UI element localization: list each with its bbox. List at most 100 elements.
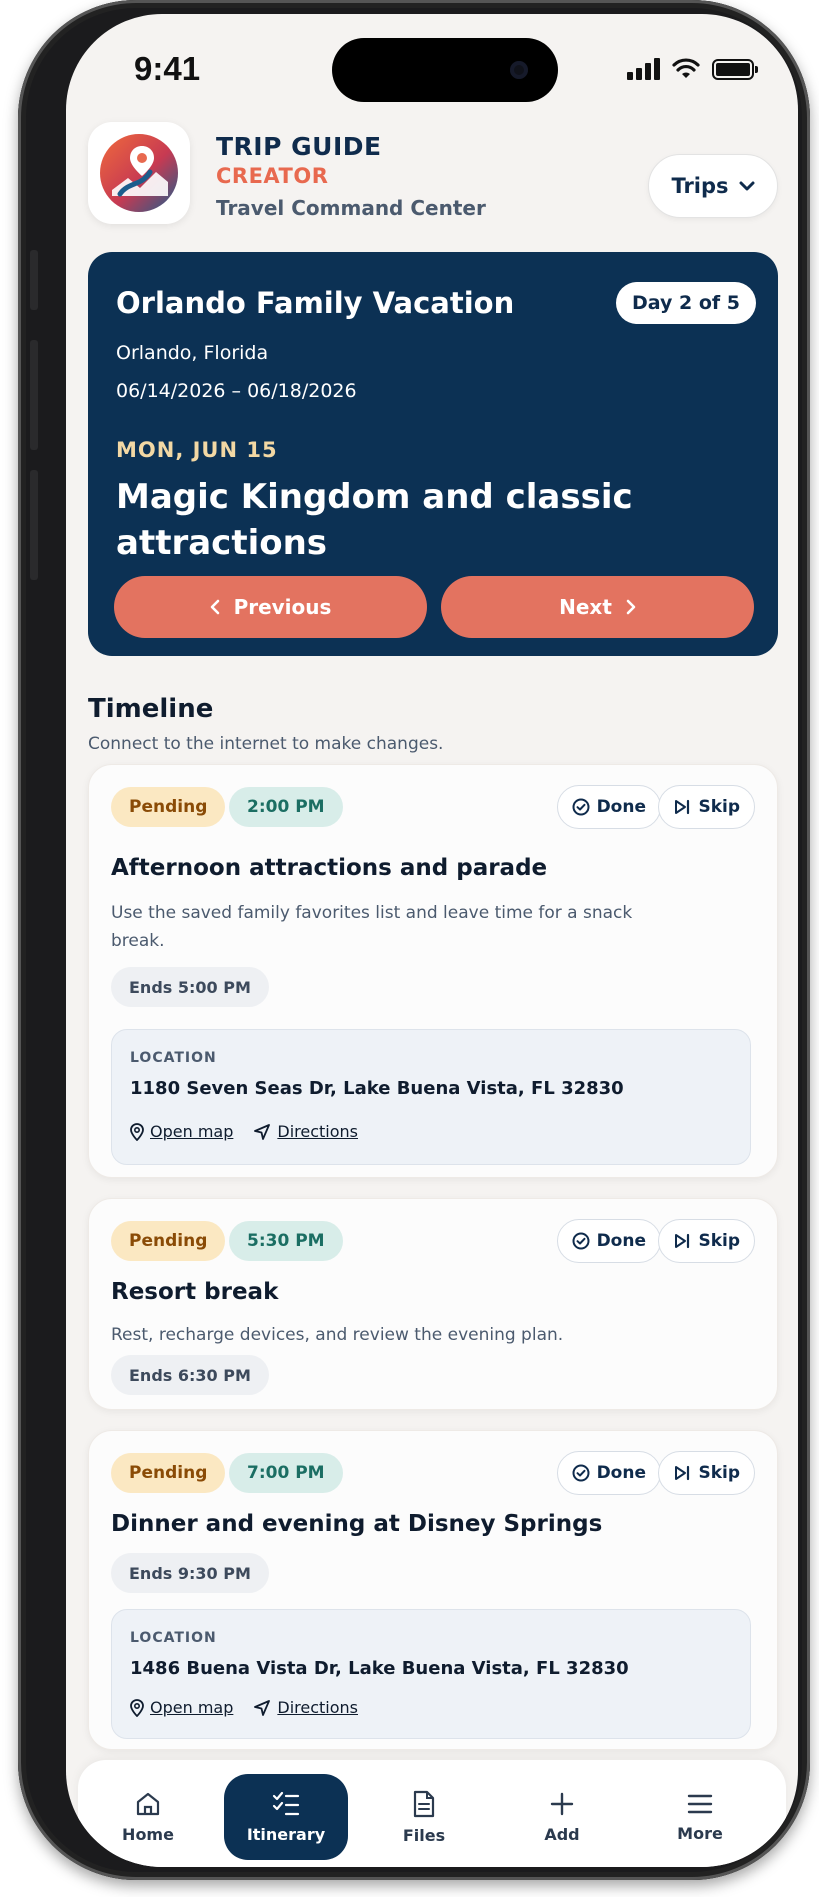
event-end-time: Ends 6:30 PM — [111, 1355, 269, 1395]
check-circle-icon — [572, 1232, 590, 1250]
location-box: LOCATION 1486 Buena Vista Dr, Lake Buena… — [111, 1609, 751, 1739]
map-pin-icon — [130, 1698, 144, 1717]
directions-link[interactable]: Directions — [253, 1698, 358, 1717]
timeline-title: Timeline — [88, 694, 214, 724]
brand-subtitle: CREATOR — [216, 164, 329, 188]
previous-day-button[interactable]: Previous — [114, 576, 427, 638]
app-header: TRIP GUIDE CREATOR Travel Command Center… — [88, 122, 778, 232]
tab-add-label: Add — [544, 1824, 580, 1844]
day-badge: Day 2 of 5 — [616, 282, 756, 324]
brand-tagline: Travel Command Center — [216, 196, 486, 220]
trips-label: Trips — [671, 174, 729, 198]
home-icon — [136, 1792, 160, 1815]
checklist-icon — [272, 1791, 300, 1815]
map-pin-icon — [130, 1122, 144, 1141]
menu-icon — [687, 1794, 713, 1813]
trip-day-card: Orlando Family Vacation Day 2 of 5 Orlan… — [88, 252, 778, 656]
done-label: Done — [596, 1231, 646, 1251]
directions-link[interactable]: Directions — [253, 1122, 358, 1141]
trips-dropdown-button[interactable]: Trips — [648, 154, 778, 218]
volume-up-button — [30, 340, 38, 450]
chevron-left-icon — [210, 599, 219, 615]
timeline-event-card: Pending 5:30 PM Done Skip Resort break R… — [88, 1198, 778, 1410]
plus-icon — [550, 1792, 574, 1815]
event-end-time: Ends 5:00 PM — [111, 967, 269, 1007]
time-badge: 7:00 PM — [229, 1453, 343, 1493]
volume-down-button — [30, 470, 38, 580]
skip-forward-icon — [675, 1233, 690, 1249]
done-label: Done — [596, 1463, 646, 1483]
event-title: Resort break — [111, 1279, 279, 1305]
current-day-label: MON, JUN 15 — [116, 438, 278, 462]
navigation-arrow-icon — [254, 1123, 271, 1140]
open-map-link[interactable]: Open map — [130, 1698, 233, 1717]
location-label: LOCATION — [130, 1630, 217, 1646]
time-badge: 2:00 PM — [229, 787, 343, 827]
event-description: Use the saved family favorites list and … — [111, 903, 633, 951]
bottom-navigation: Home Itinerary Files Add More — [78, 1760, 786, 1867]
check-circle-icon — [572, 798, 590, 816]
trip-title: Orlando Family Vacation — [116, 286, 515, 320]
open-map-label: Open map — [150, 1698, 234, 1717]
brand-title: TRIP GUIDE — [216, 132, 382, 161]
status-time: 9:41 — [134, 50, 201, 87]
wifi-icon — [672, 58, 700, 78]
app-logo — [88, 122, 190, 224]
open-map-label: Open map — [150, 1122, 234, 1141]
location-links: Open map Directions — [130, 1698, 358, 1717]
timeline-event-card: Pending 7:00 PM Done Skip Dinner and eve… — [88, 1430, 778, 1750]
time-badge: 5:30 PM — [229, 1221, 343, 1261]
skip-label: Skip — [698, 1231, 740, 1251]
chevron-down-icon — [739, 181, 755, 191]
phone-frame: 9:41 TRIP GUIDE CREATOR Travel Command C… — [18, 0, 810, 1880]
document-icon — [413, 1790, 435, 1817]
directions-label: Directions — [277, 1122, 358, 1141]
status-badge: Pending — [111, 1453, 226, 1493]
trip-location: Orlando, Florida — [116, 342, 269, 364]
location-address: 1486 Buena Vista Dr, Lake Buena Vista, F… — [130, 1658, 629, 1679]
skip-button[interactable]: Skip — [658, 1219, 755, 1263]
map-pin-logo-icon — [100, 134, 178, 212]
dynamic-island — [332, 38, 558, 102]
day-navigation: Previous Next — [114, 576, 754, 638]
day-plan-title: Magic Kingdom and classic attractions — [116, 477, 633, 563]
status-badge: Pending — [111, 1221, 226, 1261]
previous-label: Previous — [233, 595, 332, 619]
location-address: 1180 Seven Seas Dr, Lake Buena Vista, FL… — [130, 1078, 624, 1099]
chevron-right-icon — [626, 599, 636, 615]
check-circle-icon — [572, 1464, 590, 1482]
timeline-event-card: Pending 2:00 PM Done Skip Afternoon attr… — [88, 764, 778, 1178]
cellular-signal-icon — [627, 58, 660, 80]
event-title: Afternoon attractions and parade — [111, 855, 548, 881]
tab-add[interactable]: Add — [500, 1774, 624, 1860]
directions-label: Directions — [277, 1698, 358, 1717]
skip-button[interactable]: Skip — [658, 1451, 755, 1495]
location-links: Open map Directions — [130, 1122, 358, 1141]
skip-forward-icon — [675, 1465, 690, 1481]
status-badge: Pending — [111, 787, 226, 827]
tab-home[interactable]: Home — [86, 1774, 210, 1860]
done-button[interactable]: Done — [556, 785, 661, 829]
screen: 9:41 TRIP GUIDE CREATOR Travel Command C… — [66, 14, 798, 1867]
skip-button[interactable]: Skip — [658, 785, 755, 829]
skip-forward-icon — [675, 799, 690, 815]
mute-switch — [30, 250, 38, 310]
trip-dates: 06/14/2026 – 06/18/2026 — [116, 380, 357, 402]
event-title: Dinner and evening at Disney Springs — [111, 1511, 603, 1537]
tab-files-label: Files — [402, 1825, 446, 1845]
event-description: Rest, recharge devices, and review the e… — [111, 1325, 564, 1345]
status-bar: 9:41 — [66, 14, 798, 124]
tab-files[interactable]: Files — [362, 1774, 486, 1860]
camera-icon — [510, 61, 528, 79]
tab-itinerary[interactable]: Itinerary — [224, 1774, 348, 1860]
tab-more[interactable]: More — [638, 1774, 762, 1860]
skip-label: Skip — [698, 797, 740, 817]
open-map-link[interactable]: Open map — [130, 1122, 233, 1141]
location-box: LOCATION 1180 Seven Seas Dr, Lake Buena … — [111, 1029, 751, 1165]
tab-itinerary-label: Itinerary — [246, 1824, 326, 1844]
tab-home-label: Home — [122, 1824, 174, 1844]
done-button[interactable]: Done — [556, 1219, 661, 1263]
status-icons — [627, 58, 758, 80]
done-button[interactable]: Done — [556, 1451, 661, 1495]
next-day-button[interactable]: Next — [441, 576, 754, 638]
